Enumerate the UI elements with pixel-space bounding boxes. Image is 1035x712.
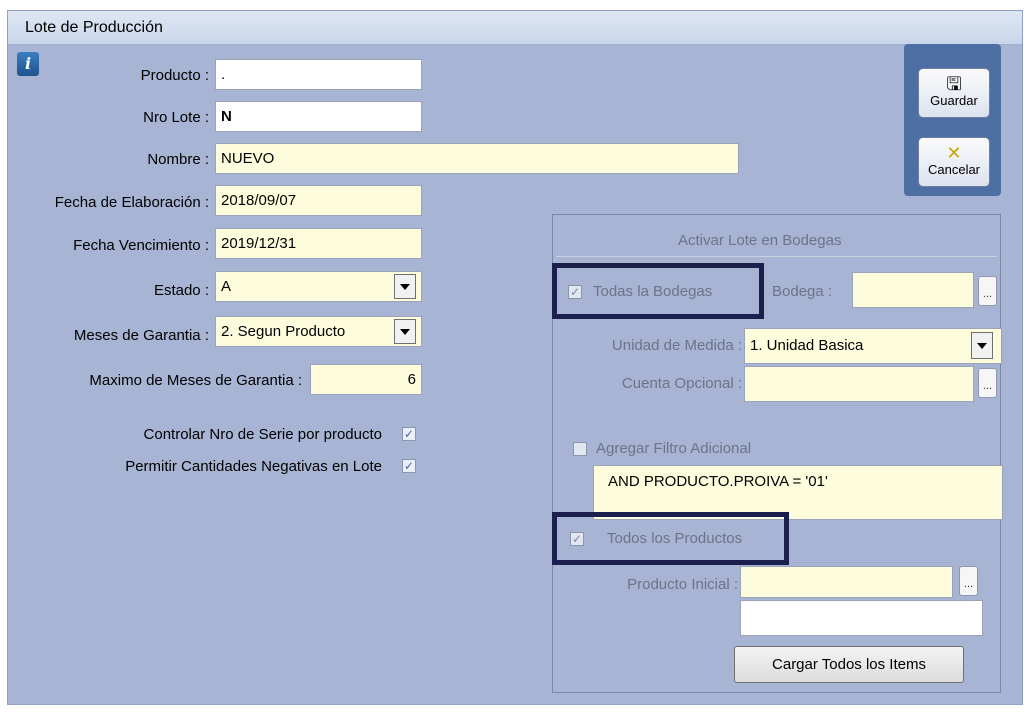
nro-lote-label: Nro Lote : bbox=[143, 109, 209, 126]
unidad-medida-label: Unidad de Medida : bbox=[611, 337, 742, 354]
info-icon[interactable]: i bbox=[17, 52, 39, 76]
cuenta-browse-button[interactable]: ... bbox=[978, 368, 997, 398]
unidad-medida-dropdown-button[interactable] bbox=[971, 332, 993, 359]
nombre-label: Nombre : bbox=[147, 151, 209, 168]
nro-lote-input[interactable]: N bbox=[215, 101, 422, 132]
max-meses-label: Maximo de Meses de Garantia : bbox=[89, 372, 302, 389]
cancelar-label: Cancelar bbox=[927, 162, 981, 177]
unidad-medida-select[interactable]: 1. Unidad Basica bbox=[744, 328, 1002, 364]
nombre-input[interactable]: NUEVO bbox=[215, 143, 739, 174]
cuenta-opcional-input[interactable] bbox=[744, 366, 974, 402]
group-divider bbox=[556, 256, 997, 257]
fecha-vencimiento-input[interactable]: 2019/12/31 bbox=[215, 228, 422, 259]
todas-bodegas-checkbox[interactable]: ✓ bbox=[568, 285, 582, 299]
bodega-input[interactable] bbox=[852, 272, 974, 308]
producto-label: Producto : bbox=[140, 67, 209, 84]
meses-garantia-label: Meses de Garantia : bbox=[73, 327, 209, 344]
todos-productos-label: Todos los Productos bbox=[607, 530, 743, 547]
permitir-negativas-label: Permitir Cantidades Negativas en Lote bbox=[125, 458, 382, 475]
meses-garantia-select[interactable]: 2. Segun Producto bbox=[215, 316, 422, 347]
cancelar-button[interactable]: ✕ Cancelar bbox=[918, 137, 990, 187]
cuenta-opcional-label: Cuenta Opcional : bbox=[621, 375, 742, 392]
permitir-negativas-checkbox[interactable]: ✓ bbox=[402, 459, 416, 473]
guardar-label: Guardar bbox=[930, 93, 978, 108]
title-bar: Lote de Producción bbox=[8, 11, 1022, 45]
fecha-elaboracion-label: Fecha de Elaboración : bbox=[54, 194, 209, 211]
window-title: Lote de Producción bbox=[25, 19, 163, 36]
todos-productos-checkbox[interactable]: ✓ bbox=[570, 532, 584, 546]
bodegas-title: Activar Lote en Bodegas bbox=[678, 232, 842, 249]
controlar-serie-checkbox[interactable]: ✓ bbox=[402, 427, 416, 441]
producto-inicial-browse-button[interactable]: ... bbox=[959, 566, 978, 596]
max-meses-input[interactable]: 6 bbox=[310, 364, 422, 395]
guardar-button[interactable]: 🖫 Guardar bbox=[918, 68, 990, 118]
floppy-disk-icon: 🖫 bbox=[946, 74, 962, 94]
estado-dropdown-button[interactable] bbox=[394, 274, 416, 299]
estado-label: Estado : bbox=[153, 282, 209, 299]
bodega-label: Bodega : bbox=[772, 283, 833, 300]
fecha-elaboracion-input[interactable]: 2018/09/07 bbox=[215, 185, 422, 216]
meses-garantia-dropdown-button[interactable] bbox=[394, 319, 416, 344]
chevron-down-icon bbox=[400, 283, 410, 290]
cancel-x-icon: ✕ bbox=[946, 143, 962, 163]
filtro-adicional-label: Agregar Filtro Adicional bbox=[596, 440, 752, 457]
producto-final-input[interactable] bbox=[740, 600, 983, 636]
producto-inicial-label: Producto Inicial : bbox=[627, 576, 738, 593]
estado-select[interactable]: A bbox=[215, 271, 422, 302]
bodega-browse-button[interactable]: ... bbox=[978, 276, 997, 306]
chevron-down-icon bbox=[400, 328, 410, 335]
producto-input[interactable]: . bbox=[215, 59, 422, 90]
filtro-adicional-checkbox[interactable] bbox=[573, 442, 587, 456]
action-panel: 🖫 Guardar ✕ Cancelar bbox=[904, 44, 1001, 196]
todas-bodegas-label: Todas la Bodegas bbox=[593, 283, 713, 300]
cargar-todos-button[interactable]: Cargar Todos los Items bbox=[734, 646, 964, 683]
controlar-serie-label: Controlar Nro de Serie por producto bbox=[143, 426, 382, 443]
producto-inicial-input[interactable] bbox=[740, 566, 953, 598]
fecha-vencimiento-label: Fecha Vencimiento : bbox=[73, 237, 209, 254]
chevron-down-icon bbox=[977, 342, 987, 349]
